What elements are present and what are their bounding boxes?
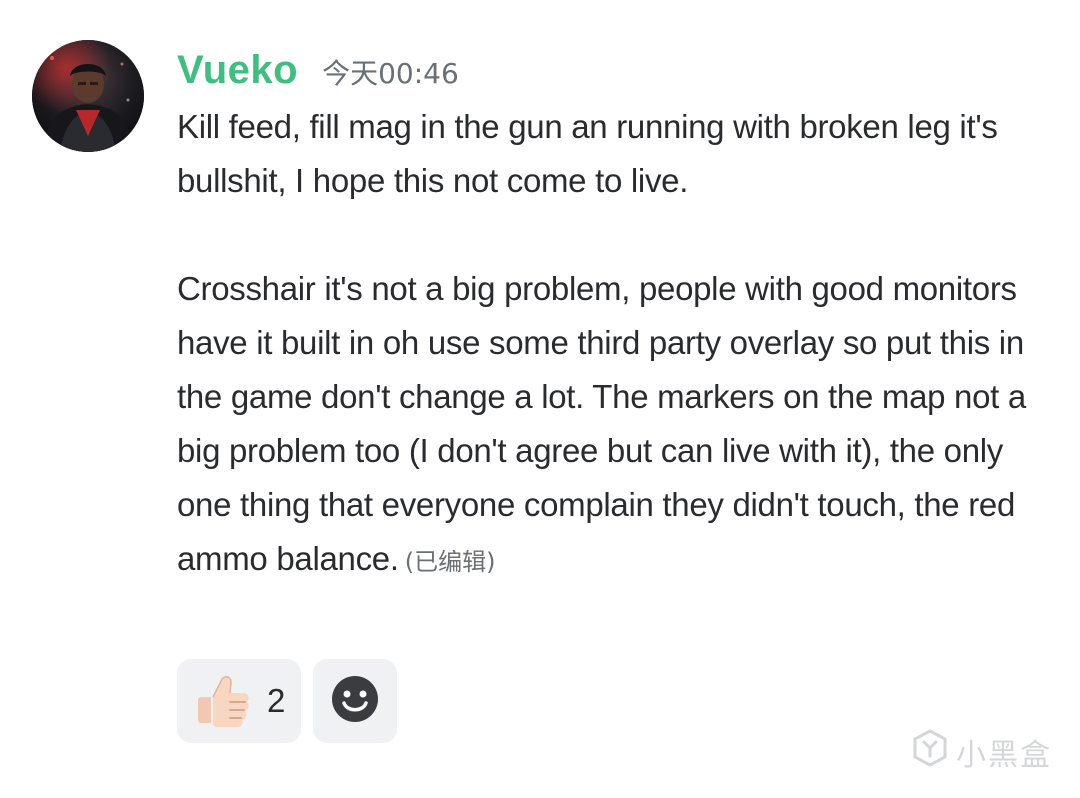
user-avatar[interactable] bbox=[32, 40, 144, 152]
reaction-thumbs-up[interactable]: 2 bbox=[177, 659, 301, 743]
watermark: 小黑盒 bbox=[910, 728, 1052, 776]
username[interactable]: Vueko bbox=[177, 48, 298, 93]
message-timestamp: 今天00:46 bbox=[322, 57, 459, 90]
message-paragraph: Crosshair it's not a big problem, people… bbox=[177, 262, 1057, 589]
reaction-count: 2 bbox=[267, 682, 286, 719]
message-paragraph: Kill feed, fill mag in the gun an runnin… bbox=[177, 108, 998, 199]
message-body: Kill feed, fill mag in the gun an runnin… bbox=[177, 100, 1057, 589]
chat-message: Vueko 今天00:46 Kill feed, fill mag in the… bbox=[0, 0, 1080, 798]
thumbs-up-icon bbox=[193, 669, 253, 734]
message-paragraph-text: Crosshair it's not a big problem, people… bbox=[177, 270, 1026, 577]
reactions-bar: 2 bbox=[177, 659, 397, 743]
edited-label: (已编辑) bbox=[404, 548, 496, 576]
smiley-icon bbox=[331, 675, 379, 728]
add-reaction-button[interactable] bbox=[313, 659, 397, 743]
message-header: Vueko 今天00:46 bbox=[177, 48, 459, 93]
watermark-text: 小黑盒 bbox=[956, 738, 1052, 773]
avatar-image bbox=[32, 40, 144, 152]
xiaoheihe-logo-icon bbox=[910, 728, 950, 776]
